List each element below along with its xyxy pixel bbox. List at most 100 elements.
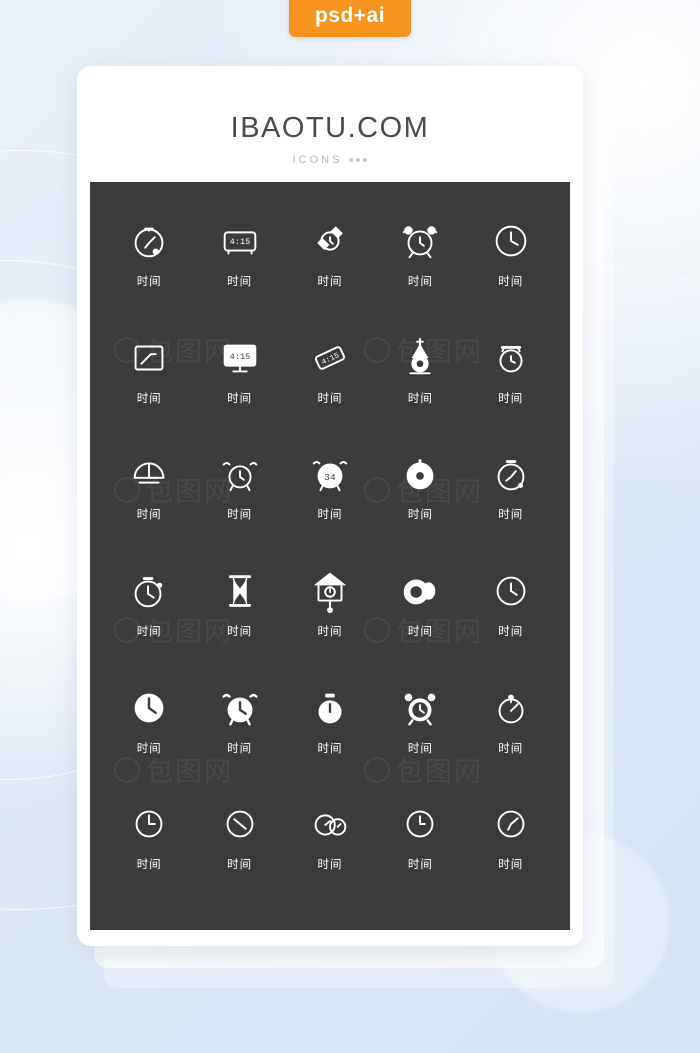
icon-label: 时间 xyxy=(136,742,162,755)
icon-cell[interactable]: 时间 xyxy=(285,210,375,327)
icon-label: 时间 xyxy=(227,509,253,522)
page-subtitle: ICONS xyxy=(292,154,343,166)
clock-solid-circle-icon xyxy=(126,685,172,731)
icon-label: 时间 xyxy=(227,276,253,288)
hourglass-icon xyxy=(217,568,263,614)
icon-label: 时间 xyxy=(317,392,343,405)
clock-simple-icon xyxy=(397,801,443,847)
icon-cell[interactable]: 时间 xyxy=(375,560,465,677)
icon-cell[interactable]: 时间 xyxy=(194,560,284,677)
icon-cell[interactable]: 时间 xyxy=(466,793,556,910)
icon-label: 时间 xyxy=(136,276,162,288)
icon-cell[interactable]: 时间 xyxy=(466,560,556,677)
pocket-watch-round-icon xyxy=(397,451,443,497)
icon-cell[interactable]: 时间 xyxy=(375,327,465,444)
icon-label: 时间 xyxy=(136,859,162,872)
svg-text:34: 34 xyxy=(324,472,336,483)
clock-thin-frame-icon xyxy=(488,568,534,614)
alarm-clock-digital-face-icon: 34 xyxy=(307,451,353,497)
icon-label: 时间 xyxy=(136,392,162,405)
icon-cell[interactable]: 时间 xyxy=(466,327,556,444)
icon-label: 时间 xyxy=(136,509,162,522)
icon-label: 时间 xyxy=(317,742,343,755)
digital-display-tilted-icon: 4:15 xyxy=(307,335,353,381)
clock-tilted-hands-icon xyxy=(488,801,534,847)
clock-outline-round-icon xyxy=(126,801,172,847)
icon-cell[interactable]: 时间 xyxy=(104,560,194,677)
icon-label: 时间 xyxy=(407,276,433,288)
icon-cell[interactable]: 4:15 时间 xyxy=(194,327,284,444)
alarm-clock-classic-icon xyxy=(397,685,443,731)
svg-text:4:15: 4:15 xyxy=(229,237,250,247)
dots-icon xyxy=(349,158,368,162)
icon-cell[interactable]: 4:15 时间 xyxy=(285,327,375,444)
icon-cell[interactable]: 时间 xyxy=(375,677,465,794)
icon-label: 时间 xyxy=(317,509,343,522)
stopwatch-dial-icon xyxy=(126,218,172,264)
icon-label: 时间 xyxy=(317,625,343,638)
stopwatch-side-button-icon xyxy=(488,451,534,497)
svg-text:4:15: 4:15 xyxy=(229,352,250,362)
icon-cell[interactable]: 时间 xyxy=(375,210,465,327)
icon-label: 时间 xyxy=(498,742,524,755)
timer-dial-knob-icon xyxy=(488,685,534,731)
icon-cell[interactable]: 时间 xyxy=(104,327,194,444)
icon-label: 时间 xyxy=(498,392,524,405)
icon-label: 时间 xyxy=(407,625,433,638)
alarm-clock-bells-icon xyxy=(217,451,263,497)
icon-label: 时间 xyxy=(498,509,524,522)
icon-cell[interactable]: 时间 xyxy=(466,443,556,560)
icon-cell[interactable]: 时间 xyxy=(104,793,194,910)
alarm-clock-solid-icon xyxy=(217,685,263,731)
icon-cell[interactable]: 时间 xyxy=(194,793,284,910)
icon-cell[interactable]: 时间 xyxy=(466,210,556,327)
icon-label: 时间 xyxy=(317,859,343,872)
sundial-clock-icon xyxy=(126,451,172,497)
desktop-monitor-clock-icon: 4:15 xyxy=(217,335,263,381)
icon-cell[interactable]: 时间 xyxy=(104,677,194,794)
icon-cell[interactable]: 时间 xyxy=(194,677,284,794)
wristwatch-icon xyxy=(307,218,353,264)
alarm-clock-twin-bell-icon xyxy=(397,218,443,264)
icon-cell[interactable]: 时间 xyxy=(375,793,465,910)
clock-outline-thin-icon xyxy=(217,801,263,847)
wall-clock-round-icon xyxy=(488,218,534,264)
icon-label: 时间 xyxy=(227,625,253,638)
icon-label: 时间 xyxy=(407,392,433,405)
page-subtitle-row: ICONS xyxy=(77,154,583,166)
icon-grid: 时间 4:15 时间 时间 时间 时间 时间 4:15 时间 4:15 时间 时… xyxy=(90,182,570,930)
icon-label: 时间 xyxy=(227,392,253,405)
icon-label: 时间 xyxy=(317,276,343,288)
alarm-clock-small-icon xyxy=(488,335,534,381)
grandfather-pendulum-clock-icon xyxy=(397,335,443,381)
icon-cell[interactable]: 34 时间 xyxy=(285,443,375,560)
stopwatch-crown-icon xyxy=(126,568,172,614)
clock-with-bell-icon xyxy=(397,568,443,614)
icon-cell[interactable]: 时间 xyxy=(104,443,194,560)
format-tag: psd+ai xyxy=(288,0,412,37)
icon-label: 时间 xyxy=(227,742,253,755)
icon-sheet-card: IBAOTU.COM ICONS 包图网 包图网 包图网 包图网 包图网 包图网… xyxy=(77,66,583,946)
icon-label: 时间 xyxy=(407,742,433,755)
digital-clock-radio-icon: 4:15 xyxy=(217,218,263,264)
icon-label: 时间 xyxy=(407,859,433,872)
square-clock-icon xyxy=(126,335,172,381)
icon-cell[interactable]: 时间 xyxy=(285,677,375,794)
icon-label: 时间 xyxy=(407,509,433,522)
cuckoo-clock-icon xyxy=(307,568,353,614)
icon-cell[interactable]: 时间 xyxy=(375,443,465,560)
icon-label: 时间 xyxy=(498,276,524,288)
icon-cell[interactable]: 时间 xyxy=(466,677,556,794)
icon-cell[interactable]: 4:15 时间 xyxy=(194,210,284,327)
icon-label: 时间 xyxy=(498,859,524,872)
icon-cell[interactable]: 时间 xyxy=(104,210,194,327)
page-title: IBAOTU.COM xyxy=(230,112,430,144)
icon-cell[interactable]: 时间 xyxy=(285,793,375,910)
icon-label: 时间 xyxy=(227,859,253,872)
stopwatch-solid-icon xyxy=(307,685,353,731)
icon-cell[interactable]: 时间 xyxy=(194,443,284,560)
icon-cell[interactable]: 时间 xyxy=(285,560,375,677)
icon-label: 时间 xyxy=(498,625,524,638)
icon-panel: 包图网 包图网 包图网 包图网 包图网 包图网 包图网 包图网 时间 4:15 … xyxy=(90,182,570,930)
double-clock-overlap-icon xyxy=(307,801,353,847)
